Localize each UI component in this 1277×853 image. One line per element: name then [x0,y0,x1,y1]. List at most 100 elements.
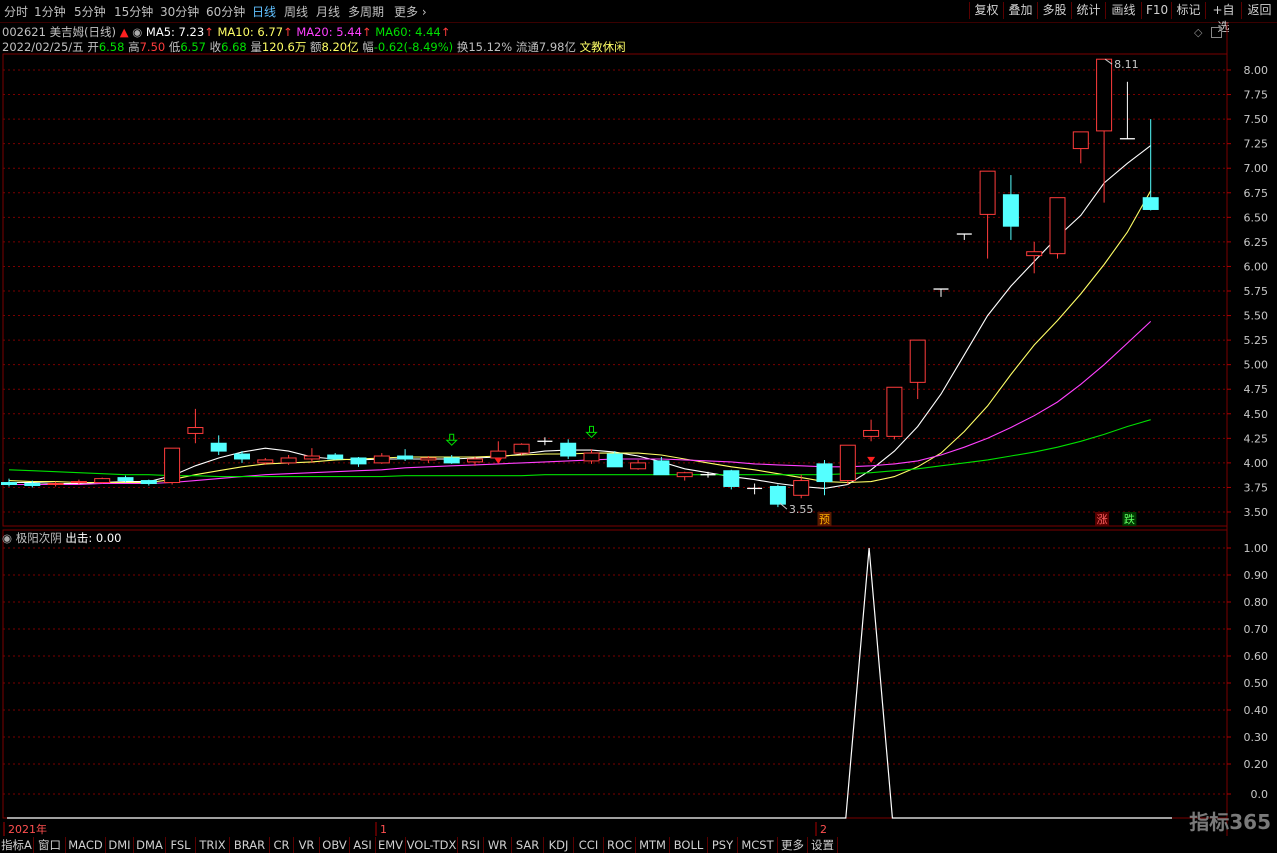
candle[interactable] [560,439,577,459]
forecast-badge-label: 预 [819,513,830,526]
price-tick-label: 5.50 [1244,310,1269,323]
candle[interactable] [583,449,600,464]
candle-body-down [234,453,250,460]
indicator-tab-7[interactable]: BRAR [230,837,270,853]
candle-body-down [606,453,623,468]
candle[interactable] [397,449,414,461]
kline-chart[interactable]: 8.00 7.75 7.50 7.25 7.00 6.75 6.50 6.25 6.00 5.75… [0,0,1277,853]
candle[interactable] [1142,119,1159,211]
candle[interactable] [723,469,740,490]
indicator-name[interactable]: 极阳次阴 [16,531,62,545]
indicator-tab-11[interactable]: ASI [350,837,376,853]
indicator-tab-24[interactable]: 更多 [778,837,808,853]
price-tick-label: 3.50 [1244,506,1269,519]
indicator-tab-2[interactable]: MACD [66,837,106,853]
candle-body-up [303,455,320,460]
candle[interactable] [164,447,181,485]
candle-body-up [676,472,693,478]
price-tick-label: 8.00 [1244,64,1269,77]
candle[interactable] [863,419,880,442]
price-tick-label: 5.25 [1244,334,1269,347]
indicator-tab-23[interactable]: MCST [738,837,778,853]
candle[interactable] [1002,175,1019,240]
candle[interactable] [1072,131,1089,164]
indicator-tick-label: 0.0 [1251,788,1269,801]
candle[interactable] [769,484,786,508]
candle[interactable] [933,288,949,297]
red-arrow-icon [867,456,876,463]
candle[interactable] [303,448,320,463]
candle-body-down [1142,197,1159,210]
candle[interactable] [1096,58,1113,203]
indicator-tab-8[interactable]: CR [270,837,294,853]
price-tick-label: 7.75 [1244,89,1269,102]
indicator-tab-1[interactable]: 窗口 [34,837,66,853]
candle-body-up [467,458,483,463]
candle[interactable] [94,477,111,484]
indicator-tick-label: 0.20 [1244,758,1269,771]
indicator-tab-5[interactable]: FSL [166,837,196,853]
candle-body-up [909,339,926,383]
indicator-tick-label: 1.00 [1244,542,1269,555]
candle[interactable] [676,471,693,481]
candle[interactable] [373,453,390,464]
candle[interactable] [1119,81,1135,140]
candle-body-up [979,170,996,215]
indicator-tab-19[interactable]: ROC [604,837,636,853]
candle[interactable] [327,453,344,460]
indicator-settings-icon[interactable]: ◉ [2,531,12,545]
candle[interactable] [443,455,460,464]
date-axis-label: 2 [820,823,827,836]
indicator-tab-0[interactable]: 指标A [0,837,34,853]
indicator-tab-21[interactable]: BOLL [670,837,708,853]
candle[interactable] [280,455,297,465]
candle[interactable] [909,339,926,400]
indicator-tab-3[interactable]: DMI [106,837,134,853]
candle[interactable] [513,443,530,456]
candle-body-down [653,460,670,476]
price-tick-label: 6.50 [1244,211,1269,224]
high-price-label: 8.11 [1114,58,1139,71]
candle-body-up [420,457,437,461]
indicator-tick-label: 0.40 [1244,704,1269,717]
candle-body-up [630,462,647,470]
indicator-tab-22[interactable]: PSY [708,837,738,853]
indicator-tab-12[interactable]: EMV [376,837,406,853]
ma-line-ma5 [9,145,1152,489]
indicator-tab-25[interactable]: 设置 [808,837,838,853]
candle[interactable] [1049,197,1066,259]
indicator-tick-label: 0.50 [1244,677,1269,690]
indicator-tab-14[interactable]: RSI [458,837,484,853]
candle[interactable] [956,233,972,240]
indicator-tab-16[interactable]: SAR [512,837,544,853]
candle-body-up [490,450,507,459]
candle[interactable] [490,441,507,460]
indicator-tab-15[interactable]: WR [484,837,512,853]
candle[interactable] [1,478,17,487]
ma-line-ma20 [9,320,1152,486]
candle[interactable] [816,459,833,496]
indicator-tab-6[interactable]: TRIX [196,837,230,853]
candle[interactable] [700,471,716,478]
indicator-legend: ◉ 极阳次阴 出击: 0.00 [2,530,122,546]
candle[interactable] [886,386,903,440]
price-tick-label: 5.00 [1244,359,1269,372]
candle[interactable] [839,444,856,485]
indicator-tab-18[interactable]: CCI [574,837,604,853]
indicator-tab-13[interactable]: VOL-TDX [406,837,458,853]
candle-body-up [886,386,903,437]
indicator-tab-17[interactable]: KDJ [544,837,574,853]
candle[interactable] [187,408,204,444]
indicator-tab-4[interactable]: DMA [134,837,166,853]
candle[interactable] [979,170,996,259]
candle-body-down [816,463,833,483]
indicator-panel-frame [2,529,1228,819]
candle[interactable] [140,479,157,486]
candle[interactable] [1026,241,1043,274]
indicator-tab-20[interactable]: MTM [636,837,670,853]
candle[interactable] [630,459,647,470]
indicator-tab-9[interactable]: VR [294,837,320,853]
candle[interactable] [747,483,763,495]
candle[interactable] [350,456,367,467]
indicator-tab-10[interactable]: OBV [320,837,350,853]
